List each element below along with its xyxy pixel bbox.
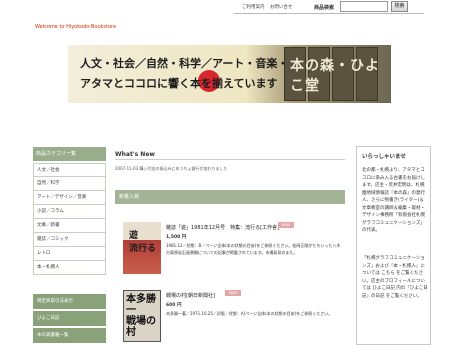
- product-name[interactable]: 雑誌「遊」1981年12月号 特集：流行る[工作舎]: [166, 224, 279, 231]
- welcome-panel-links-text: 「札幌グラフコミュニケーションズ」および『本・札幌人』については こちら をご覧…: [362, 256, 428, 299]
- category-label: 本・札幌人: [37, 265, 60, 270]
- category-item[interactable]: 小説／コラム: [33, 205, 106, 219]
- sidebar-link-legal[interactable]: 特定商取引法表示: [33, 294, 106, 309]
- new-badge: NEW: [278, 222, 294, 228]
- category-label: 文庫／新書: [37, 223, 60, 228]
- category-item[interactable]: レトロ: [33, 247, 106, 261]
- category-header: 商品カテゴリ一覧: [33, 147, 106, 161]
- category-item[interactable]: 自然／科学: [33, 177, 106, 191]
- search-button[interactable]: 検索: [391, 1, 408, 12]
- category-label: 小説／コラム: [37, 209, 64, 214]
- banner-line-2: アタマとココロに響く本を揃えています: [80, 77, 278, 90]
- category-label: レトロ: [37, 251, 51, 256]
- sidebar-link-diary[interactable]: ひよこ日記: [33, 311, 106, 326]
- category-label: 雑誌／コミック: [37, 237, 69, 242]
- welcome-panel-title: いらっしゃいませ: [362, 154, 406, 160]
- category-label: 自然／科学: [37, 181, 60, 186]
- welcome-panel-text: 北の都・札幌より、アタマとココロに染み入る古書をお届けします。店主・荒井宏明は、…: [362, 168, 425, 233]
- book-cover-art: 本多勝一 戦場の村: [126, 294, 156, 338]
- new-arrivals-header: 新着入荷: [115, 190, 345, 204]
- sidebar-link-books[interactable]: 本の森書籍一覧: [33, 328, 106, 343]
- product-price: 1,500 円: [166, 235, 187, 240]
- book-cover-image[interactable]: 本多勝一 戦場の村: [123, 290, 161, 342]
- welcome-text: Welcome to Hiyokodo-Bookstore: [35, 24, 117, 30]
- book-cover-image[interactable]: 遊流行る: [123, 222, 161, 274]
- category-list: 人文／社会 自然／科学 アート／デザイン／音楽 小説／コラム 文庫／新書 雑誌／…: [33, 163, 106, 275]
- top-nav: ご利用案内 お問い合せ: [242, 4, 296, 10]
- product-name[interactable]: 戦場の村[朝日新聞社]: [166, 292, 215, 299]
- whats-new-title: What's New: [115, 151, 155, 158]
- product-price: 600 円: [166, 303, 182, 308]
- header-banner: 人文・社会／自然・科学／アート・音楽・・・ アタマとココロに響く本を揃えています…: [68, 45, 391, 103]
- category-label: 人文／社会: [37, 168, 60, 173]
- new-badge: NEW: [225, 290, 241, 296]
- category-label: アート／デザイン／音楽: [37, 195, 87, 200]
- nav-link-contact[interactable]: お問い合せ: [270, 5, 293, 10]
- category-item[interactable]: 本・札幌人: [33, 261, 106, 275]
- product-description: 1981.12／状態：B／ページ全体(本の状態の目安)をご参照ください。松岡正剛…: [166, 243, 341, 255]
- product-item: 本多勝一 戦場の村 戦場の村[朝日新聞社] NEW 600 円 本多勝一著／197…: [115, 290, 345, 345]
- whats-new-divider: [115, 159, 345, 160]
- search-label: 商品検索: [314, 5, 335, 11]
- banner-shop-name: 本の森・ひよこ堂: [290, 58, 380, 94]
- whats-new-entry: 2007-11-03 購入代金の振込みにゆうちょ銀行が加わりました: [115, 166, 228, 171]
- search-input[interactable]: [340, 1, 388, 12]
- category-item[interactable]: 人文／社会: [33, 163, 106, 177]
- product-description: 本多勝一著／1971.10.25／初版／状態：A(ページ全体(本の状態の目安)を…: [166, 311, 333, 316]
- book-cover-art: 遊流行る: [129, 231, 157, 254]
- nav-link-guide[interactable]: ご利用案内: [242, 5, 265, 10]
- banner-line-1: 人文・社会／自然・科学／アート・音楽・・・: [80, 57, 311, 70]
- category-item[interactable]: アート／デザイン／音楽: [33, 191, 106, 205]
- header-divider: [234, 13, 424, 14]
- category-item[interactable]: 文庫／新書: [33, 219, 106, 233]
- product-item: 遊流行る 雑誌「遊」1981年12月号 特集：流行る[工作舎] NEW 1,50…: [115, 222, 345, 278]
- sidebar-links: 特定商取引法表示 ひよこ日記 本の森書籍一覧: [33, 294, 106, 345]
- category-item[interactable]: 雑誌／コミック: [33, 233, 106, 247]
- welcome-panel: いらっしゃいませ 北の都・札幌より、アタマとココロに染み入る古書をお届けします。…: [356, 146, 431, 345]
